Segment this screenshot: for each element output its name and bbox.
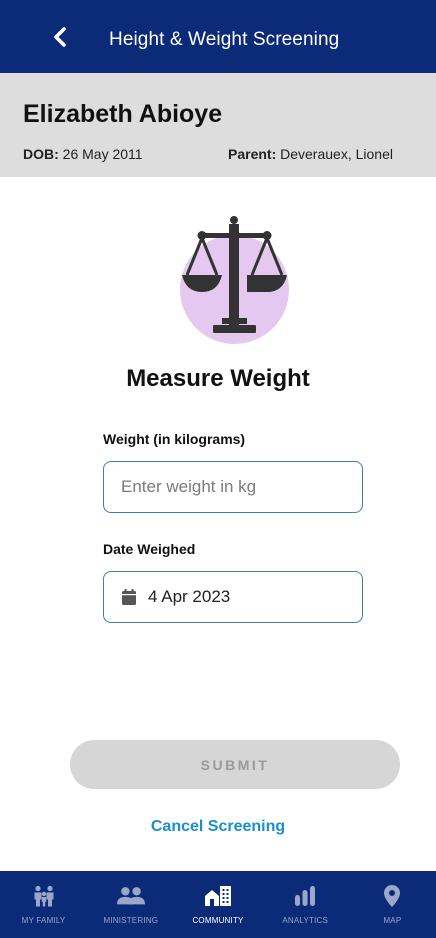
nav-item-analytics[interactable]: ANALYTICS <box>262 871 349 938</box>
people-icon <box>116 887 145 905</box>
weight-input[interactable] <box>104 477 362 497</box>
nav-item-community[interactable]: COMMUNITY <box>174 871 261 938</box>
community-icon <box>205 886 231 906</box>
dob-value: 26 May 2011 <box>58 146 143 162</box>
nav-item-my-family[interactable]: MY FAMILY <box>0 871 87 938</box>
map-pin-icon <box>384 885 401 907</box>
scale-icon <box>182 216 287 333</box>
patient-parent: Parent: Deverauex, Lionel <box>228 146 393 162</box>
date-value: 4 Apr 2023 <box>148 587 231 606</box>
patient-name: Elizabeth Abioye <box>23 100 223 128</box>
page-title: Height & Weight Screening <box>109 29 340 50</box>
nav-item-ministering[interactable]: MINISTERING <box>87 871 174 938</box>
date-field[interactable]: 4 Apr 2023 <box>103 571 363 623</box>
weight-label: Weight (in kilograms) <box>103 431 246 447</box>
calendar-icon <box>122 589 136 605</box>
nav-label: COMMUNITY <box>192 916 244 925</box>
parent-label: Parent: <box>228 146 277 162</box>
parent-value: Deverauex, Lionel <box>276 146 393 162</box>
family-icon <box>34 885 54 907</box>
dob-label: DOB: <box>23 146 59 162</box>
nav-label: MY FAMILY <box>21 916 66 925</box>
nav-label: MINISTERING <box>103 916 159 925</box>
chevron-left-icon <box>54 27 66 47</box>
date-label: Date Weighed <box>103 541 196 557</box>
patient-dob: DOB: 26 May 2011 <box>23 146 143 162</box>
back-button[interactable] <box>50 26 70 48</box>
nav-item-map[interactable]: MAP <box>349 871 436 938</box>
form-heading: Measure Weight <box>126 365 310 392</box>
app-header: Height & Weight Screening <box>0 0 436 73</box>
cancel-screening-link[interactable]: Cancel Screening <box>0 818 436 836</box>
nav-label: MAP <box>383 916 402 925</box>
bar-chart-icon <box>295 886 316 906</box>
patient-info-panel: Elizabeth Abioye DOB: 26 May 2011 Parent… <box>0 73 436 177</box>
bottom-nav: MY FAMILY MINISTERING COMMUNITY ANALYTIC… <box>0 871 436 938</box>
scale-illustration <box>180 208 289 344</box>
submit-button[interactable]: SUBMIT <box>70 740 400 789</box>
weight-field[interactable] <box>103 461 363 513</box>
nav-label: ANALYTICS <box>282 916 329 925</box>
